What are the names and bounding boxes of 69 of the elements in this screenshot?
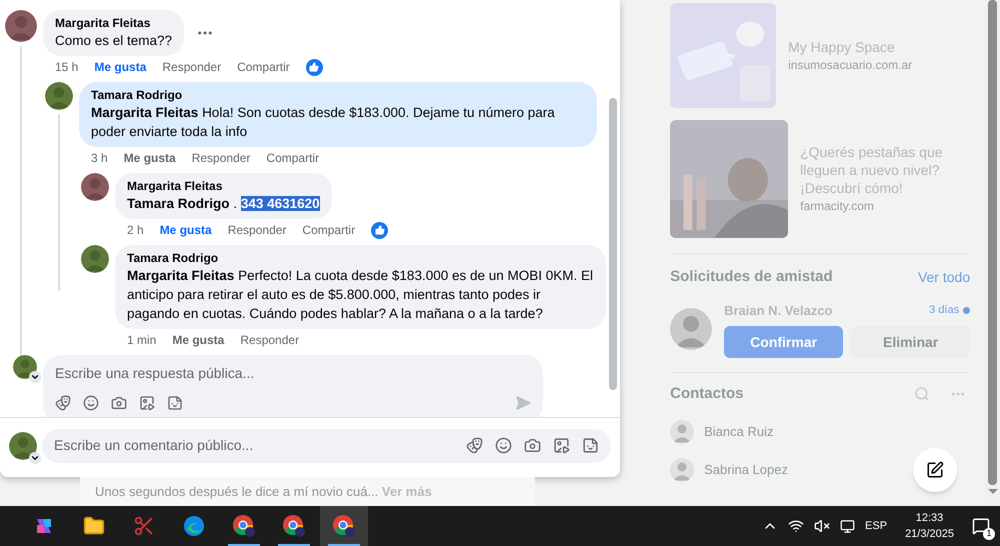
new-message-button[interactable] xyxy=(913,448,958,492)
share-link[interactable]: Compartir xyxy=(237,58,290,76)
avatar xyxy=(13,355,37,379)
avatar xyxy=(670,308,712,350)
screen-icon[interactable] xyxy=(840,518,856,534)
share-link[interactable]: Compartir xyxy=(302,221,356,239)
scrollbar[interactable] xyxy=(988,0,998,485)
comment-field[interactable]: Escribe un comentario público... xyxy=(42,428,612,462)
scissors-icon[interactable] xyxy=(133,515,155,537)
emoji-icon[interactable] xyxy=(83,395,99,411)
wifi-icon[interactable] xyxy=(788,518,804,534)
comment-author[interactable]: Tamara Rodrigo xyxy=(127,250,594,266)
sticker-icon[interactable] xyxy=(582,437,600,454)
camera-icon[interactable] xyxy=(524,437,542,454)
request-time: 3 días xyxy=(929,303,960,318)
notifications-icon[interactable] xyxy=(972,517,990,535)
section-title: Contactos xyxy=(670,384,744,404)
emoji-icon[interactable] xyxy=(495,437,512,454)
chrome-icon[interactable] xyxy=(232,514,256,538)
reply-link[interactable]: Responder xyxy=(240,331,300,349)
comment-author[interactable]: Margarita Fleitas xyxy=(127,178,320,194)
comment-time[interactable]: 15 h xyxy=(55,58,78,76)
reply-link[interactable]: Responder xyxy=(162,58,222,76)
like-link[interactable]: Me gusta xyxy=(124,149,176,167)
comment-author[interactable]: Tamara Rodrigo xyxy=(91,87,585,103)
scroll-down-icon[interactable] xyxy=(988,489,998,494)
comment-text: Margarita Fleitas Hola! Son cuotas desde $183.000. Dejame tu número para poder enviarte toda la info xyxy=(91,104,556,141)
comment-text: Tamara Rodrigo . 343 4631620 xyxy=(127,195,320,213)
like-link[interactable]: Me gusta xyxy=(172,331,224,349)
sticker-icon[interactable] xyxy=(167,395,183,411)
comment-input[interactable]: Escribe un comentario público... xyxy=(54,435,454,456)
share-link[interactable]: Compartir xyxy=(266,149,320,167)
comment-time[interactable]: 3 h xyxy=(91,149,108,167)
like-reaction-icon[interactable] xyxy=(371,222,388,238)
avatar xyxy=(9,432,37,460)
like-link[interactable]: Me gusta xyxy=(160,221,212,239)
chrome-icon[interactable] xyxy=(282,514,306,538)
avatar xyxy=(81,173,109,201)
folder-icon[interactable] xyxy=(83,515,105,537)
comment-text: Como es el tema?? xyxy=(55,32,172,50)
reply-field[interactable]: Escribe una respuesta pública... xyxy=(43,355,543,417)
comment-time[interactable]: 2 h xyxy=(127,221,144,239)
avatar xyxy=(670,420,694,444)
reply-input[interactable]: Escribe una respuesta pública... xyxy=(55,363,531,384)
avatar xyxy=(45,82,73,110)
post-text: Unos segundos después le dice a mí novio cuá... xyxy=(95,484,380,499)
browser-icon[interactable] xyxy=(183,515,205,537)
chevron-icon[interactable] xyxy=(29,371,41,383)
language-indicator[interactable]: ESP xyxy=(865,518,888,534)
scrollbar[interactable] xyxy=(609,98,618,390)
clock[interactable]: 12:33 21/3/2025 xyxy=(897,510,962,542)
comment-author[interactable]: Margarita Fleitas xyxy=(55,15,172,31)
camera-icon[interactable] xyxy=(111,395,127,411)
reply-link[interactable]: Responder xyxy=(192,149,250,167)
comment-text: Margarita Fleitas Perfecto! La cuota desde $183.000 es de un MOBI 0KM. El anticipo para retirar el auto es de $5.800.000, mientras tanto podes ir pagando en cuotas. Cuándo podes hablar? A la mañana o a la tarde? xyxy=(127,267,594,323)
chrome-icon[interactable] xyxy=(332,514,356,538)
muted-speaker-icon[interactable] xyxy=(814,518,830,534)
like-reaction-icon[interactable] xyxy=(306,58,323,76)
taskbar-item[interactable] xyxy=(320,506,368,546)
comment-time[interactable]: 1 min xyxy=(127,331,156,349)
chevron-icon[interactable] xyxy=(29,452,41,464)
like-link[interactable]: Me gusta xyxy=(94,58,146,76)
avatar xyxy=(5,10,37,42)
compose-icon xyxy=(926,461,944,479)
notification-count: 1 xyxy=(983,528,995,540)
avatar xyxy=(670,458,694,482)
avatar xyxy=(81,245,109,273)
reply-link[interactable]: Responder xyxy=(228,221,286,239)
section-title: Solicitudes de amistad xyxy=(670,267,833,287)
